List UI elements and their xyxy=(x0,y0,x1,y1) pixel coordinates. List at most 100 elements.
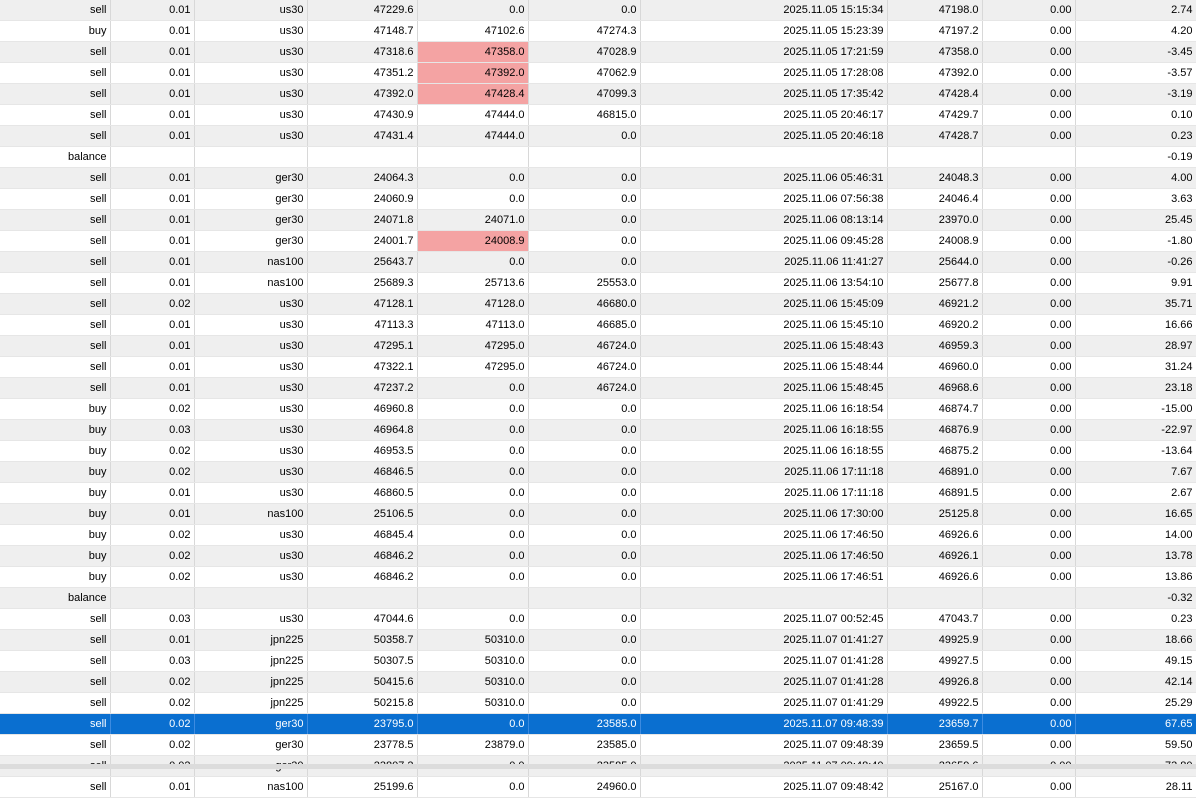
take-profit-cell: 0.0 xyxy=(528,125,641,147)
trade-row[interactable]: sell 0.01 nas100 25689.3 25713.6 25553.0 2025.… xyxy=(0,272,1196,294)
take-profit-cell: 0.0 xyxy=(528,209,641,231)
trade-row[interactable]: buy 0.01 us30 46860.5 0.0 0.0 2025.11.06 17:11… xyxy=(0,482,1196,504)
take-profit-cell: 0.0 xyxy=(528,188,641,210)
trade-row[interactable]: sell 0.01 nas100 25643.7 0.0 0.0 2025.11.06 11… xyxy=(0,251,1196,273)
trade-row[interactable]: buy 0.01 nas100 25106.5 0.0 0.0 2025.11.06 17:… xyxy=(0,503,1196,525)
type-cell: sell xyxy=(0,713,111,735)
stop-loss-cell: 0.0 xyxy=(417,251,529,273)
stop-loss-cell: 47113.0 xyxy=(417,314,529,336)
close-time-cell: 2025.11.06 17:46:50 xyxy=(640,524,888,546)
take-profit-cell: 0.0 xyxy=(528,398,641,420)
volume-cell: 0.02 xyxy=(110,524,195,546)
take-profit-cell: 0.0 xyxy=(528,692,641,714)
trade-row[interactable]: sell 0.01 us30 47113.3 47113.0 46685.0 2025.11… xyxy=(0,314,1196,336)
trade-row[interactable]: sell 0.02 jpn225 50415.6 50310.0 0.0 2025.11.0… xyxy=(0,671,1196,693)
trade-row[interactable]: sell 0.01 us30 47318.6 47358.0 47028.9 2025.11… xyxy=(0,41,1196,63)
trade-row[interactable]: sell 0.02 ger30 23795.0 0.0 23585.0 2025.11.07… xyxy=(0,713,1196,735)
swap-cell: 0.00 xyxy=(982,125,1076,147)
swap-cell: 0.00 xyxy=(982,734,1076,756)
trade-row[interactable]: sell 0.01 us30 47322.1 47295.0 46724.0 2025.11… xyxy=(0,356,1196,378)
trade-row[interactable]: sell 0.01 us30 47392.0 47428.4 47099.3 2025.11… xyxy=(0,83,1196,105)
balance-row[interactable]: balance -0.32 xyxy=(0,587,1196,609)
stop-loss-cell: 50310.0 xyxy=(417,692,529,714)
trade-row[interactable]: sell 0.01 ger30 24064.3 0.0 0.0 2025.11.06 05:… xyxy=(0,167,1196,189)
close-price-cell: 46926.6 xyxy=(887,566,983,588)
symbol-cell: nas100 xyxy=(194,503,308,525)
trade-row[interactable]: buy 0.03 us30 46964.8 0.0 0.0 2025.11.06 16:18… xyxy=(0,419,1196,441)
close-time-cell: 2025.11.06 15:48:44 xyxy=(640,356,888,378)
trade-row[interactable]: buy 0.02 us30 46953.5 0.0 0.0 2025.11.06 16:18… xyxy=(0,440,1196,462)
type-cell: sell xyxy=(0,734,111,756)
trade-row[interactable]: sell 0.02 ger30 23778.5 23879.0 23585.0 2025.1… xyxy=(0,734,1196,756)
swap-cell: 0.00 xyxy=(982,83,1076,105)
trade-row[interactable]: sell 0.01 us30 47295.1 47295.0 46724.0 2025.11… xyxy=(0,335,1196,357)
stop-loss-cell: 0.0 xyxy=(417,461,529,483)
trade-row[interactable]: buy 0.02 us30 46846.2 0.0 0.0 2025.11.06 17:46… xyxy=(0,545,1196,567)
trade-row[interactable]: sell 0.02 jpn225 50215.8 50310.0 0.0 2025.11.0… xyxy=(0,692,1196,714)
close-time-cell: 2025.11.05 15:23:39 xyxy=(640,20,888,42)
symbol-cell: jpn225 xyxy=(194,671,308,693)
swap-cell: 0.00 xyxy=(982,503,1076,525)
trade-row[interactable]: sell 0.03 us30 47044.6 0.0 0.0 2025.11.07 00:5… xyxy=(0,608,1196,630)
trade-row[interactable]: sell 0.01 ger30 24060.9 0.0 0.0 2025.11.06 07:… xyxy=(0,188,1196,210)
symbol-cell: us30 xyxy=(194,482,308,504)
balance-row[interactable]: balance -0.19 xyxy=(0,146,1196,168)
trade-row[interactable]: sell 0.03 jpn225 50307.5 50310.0 0.0 2025.11.0… xyxy=(0,650,1196,672)
type-cell: sell xyxy=(0,776,111,798)
trade-row[interactable]: buy 0.02 us30 46846.2 0.0 0.0 2025.11.06 17:46… xyxy=(0,566,1196,588)
profit-cell: -15.00 xyxy=(1075,398,1196,420)
close-price-cell: 49927.5 xyxy=(887,650,983,672)
open-price-cell: 25106.5 xyxy=(307,503,418,525)
close-price-cell: 47429.7 xyxy=(887,104,983,126)
volume-cell: 0.01 xyxy=(110,356,195,378)
close-price-cell: 47428.7 xyxy=(887,125,983,147)
symbol-cell: us30 xyxy=(194,62,308,84)
close-time-cell: 2025.11.07 01:41:29 xyxy=(640,692,888,714)
trade-row[interactable]: buy 0.02 us30 46960.8 0.0 0.0 2025.11.06 16:18… xyxy=(0,398,1196,420)
profit-cell: 2.74 xyxy=(1075,0,1196,21)
volume-cell: 0.03 xyxy=(110,419,195,441)
profit-cell: 2.67 xyxy=(1075,482,1196,504)
volume-cell: 0.02 xyxy=(110,293,195,315)
symbol-cell: ger30 xyxy=(194,734,308,756)
open-price-cell: 47148.7 xyxy=(307,20,418,42)
stop-loss-cell: 0.0 xyxy=(417,440,529,462)
symbol-cell: nas100 xyxy=(194,272,308,294)
type-cell: sell xyxy=(0,650,111,672)
take-profit-cell xyxy=(528,146,641,168)
trade-row[interactable]: sell 0.01 jpn225 50358.7 50310.0 0.0 2025.11.0… xyxy=(0,629,1196,651)
volume-cell: 0.01 xyxy=(110,188,195,210)
trade-row[interactable]: sell 0.02 us30 47128.1 47128.0 46680.0 2025.11… xyxy=(0,293,1196,315)
take-profit-cell: 0.0 xyxy=(528,419,641,441)
trade-row[interactable]: sell 0.01 ger30 24001.7 24008.9 0.0 2025.11.06… xyxy=(0,230,1196,252)
trade-row[interactable]: buy 0.02 us30 46846.5 0.0 0.0 2025.11.06 17:11… xyxy=(0,461,1196,483)
trade-row[interactable]: sell 0.01 us30 47237.2 0.0 46724.0 2025.11.06 … xyxy=(0,377,1196,399)
trade-row[interactable]: buy 0.02 us30 46845.4 0.0 0.0 2025.11.06 17:46… xyxy=(0,524,1196,546)
take-profit-cell: 25553.0 xyxy=(528,272,641,294)
close-time-cell: 2025.11.07 00:52:45 xyxy=(640,608,888,630)
take-profit-cell: 47028.9 xyxy=(528,41,641,63)
close-time-cell: 2025.11.07 09:48:42 xyxy=(640,776,888,798)
take-profit-cell: 0.0 xyxy=(528,503,641,525)
type-cell: sell xyxy=(0,188,111,210)
swap-cell: 0.00 xyxy=(982,62,1076,84)
type-cell: sell xyxy=(0,377,111,399)
trade-history-body: sell 0.01 us30 47229.6 0.0 0.0 2025.11.05 15:1… xyxy=(0,0,1196,798)
open-price-cell: 47295.1 xyxy=(307,335,418,357)
trade-row[interactable]: sell 0.01 ger30 24071.8 24071.0 0.0 2025.11.06… xyxy=(0,209,1196,231)
trade-row[interactable]: buy 0.01 us30 47148.7 47102.6 47274.3 2025.11.… xyxy=(0,20,1196,42)
close-time-cell: 2025.11.05 17:35:42 xyxy=(640,83,888,105)
swap-cell: 0.00 xyxy=(982,293,1076,315)
trade-row[interactable]: sell 0.01 us30 47229.6 0.0 0.0 2025.11.05 15:1… xyxy=(0,0,1196,21)
stop-loss-cell: 0.0 xyxy=(417,398,529,420)
trade-row[interactable]: sell 0.01 us30 47430.9 47444.0 46815.0 2025.11… xyxy=(0,104,1196,126)
trade-row[interactable]: sell 0.01 us30 47431.4 47444.0 0.0 2025.11.05 … xyxy=(0,125,1196,147)
profit-cell: -22.97 xyxy=(1075,419,1196,441)
trade-row[interactable]: sell 0.01 us30 47351.2 47392.0 47062.9 2025.11… xyxy=(0,62,1196,84)
close-time-cell: 2025.11.06 13:54:10 xyxy=(640,272,888,294)
open-price-cell: 46846.2 xyxy=(307,566,418,588)
take-profit-cell: 0.0 xyxy=(528,671,641,693)
type-cell: balance xyxy=(0,146,111,168)
open-price-cell: 47237.2 xyxy=(307,377,418,399)
trade-row[interactable]: sell 0.01 nas100 25199.6 0.0 24960.0 2025.11.0… xyxy=(0,776,1196,798)
